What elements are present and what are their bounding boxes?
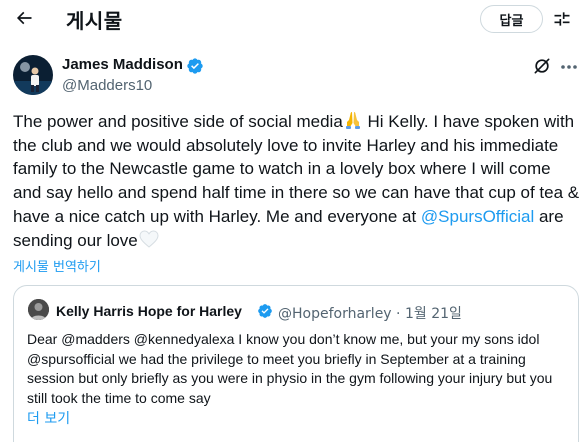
author-avatar[interactable]	[13, 55, 53, 95]
settings-button[interactable]	[550, 7, 574, 31]
verified-badge-icon	[187, 58, 203, 74]
quoted-author-handle: @Hopeforharley	[278, 306, 392, 322]
top-bar: 게시물 답글	[0, 0, 588, 37]
quoted-author-name: Kelly Harris Hope for Harley	[56, 303, 242, 319]
tweet-text-part-1: The power and positive side of social me…	[13, 112, 343, 131]
folded-hands-emoji-icon	[345, 112, 360, 129]
arrow-left-icon	[16, 11, 32, 25]
quoted-tweet[interactable]: Kelly Harris Hope for Harley @Hopeforhar…	[13, 285, 579, 442]
quoted-meta: @Hopeforharley · 1월 21일	[278, 303, 462, 323]
author-handle[interactable]: @Madders10	[62, 77, 152, 94]
grok-icon[interactable]	[532, 56, 552, 76]
white-heart-emoji-icon	[139, 230, 159, 248]
quoted-avatar-image	[28, 299, 49, 320]
author-name[interactable]: James Maddison	[62, 56, 183, 73]
meta-separator: ·	[396, 306, 401, 322]
verified-badge-icon	[258, 304, 272, 318]
avatar-image	[13, 55, 53, 95]
quoted-date: 1월 21일	[404, 306, 462, 322]
quoted-author-avatar	[28, 299, 49, 320]
show-more-link[interactable]: 더 보기	[27, 408, 70, 428]
translate-post-link[interactable]: 게시물 번역하기	[13, 256, 101, 275]
more-options-icon[interactable]	[560, 64, 578, 70]
sliders-icon	[554, 12, 570, 26]
reply-button[interactable]: 답글	[480, 5, 543, 33]
tweet-text: The power and positive side of social me…	[13, 110, 583, 252]
mention-link[interactable]: @SpursOfficial	[421, 207, 534, 226]
quoted-text: Dear @madders @kennedyalexa I know you d…	[27, 331, 553, 406]
back-button[interactable]	[10, 4, 38, 32]
page-title: 게시물	[66, 9, 123, 33]
